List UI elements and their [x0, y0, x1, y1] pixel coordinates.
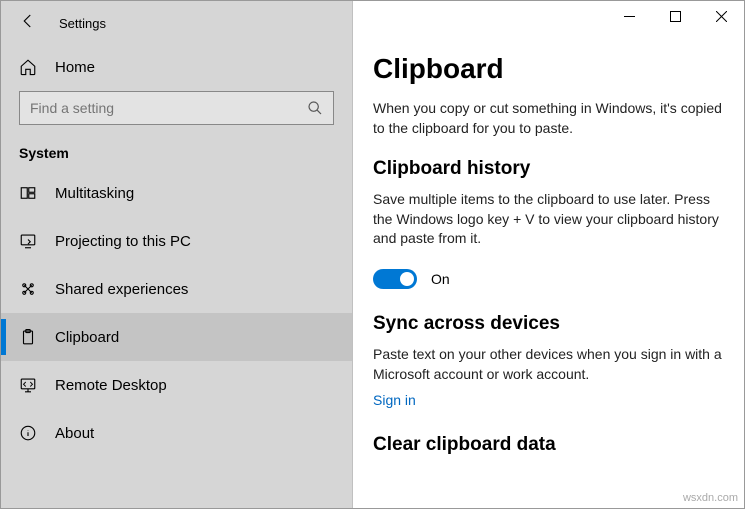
- nav-clipboard[interactable]: Clipboard: [1, 313, 352, 361]
- history-toggle[interactable]: [373, 269, 417, 289]
- clear-heading: Clear clipboard data: [373, 434, 732, 456]
- nav-remote-desktop[interactable]: Remote Desktop: [1, 361, 352, 409]
- nav-item-label: About: [55, 425, 94, 442]
- history-desc: Save multiple items to the clipboard to …: [373, 190, 732, 249]
- sync-heading: Sync across devices: [373, 313, 732, 335]
- nav-item-label: Remote Desktop: [55, 377, 167, 394]
- nav-multitasking[interactable]: Multitasking: [1, 169, 352, 217]
- projecting-icon: [19, 232, 37, 250]
- sidebar-header: Settings: [1, 1, 352, 45]
- nav-projecting[interactable]: Projecting to this PC: [1, 217, 352, 265]
- app-title: Settings: [59, 16, 106, 31]
- history-toggle-row: On: [373, 269, 732, 289]
- nav-item-label: Shared experiences: [55, 281, 188, 298]
- nav-shared-experiences[interactable]: Shared experiences: [1, 265, 352, 313]
- signin-link[interactable]: Sign in: [373, 392, 416, 408]
- page-intro: When you copy or cut something in Window…: [373, 99, 732, 138]
- section-label-system: System: [1, 135, 352, 169]
- window-caption-buttons: [606, 1, 744, 31]
- nav-item-label: Projecting to this PC: [55, 233, 191, 250]
- close-button[interactable]: [698, 1, 744, 31]
- history-heading: Clipboard history: [373, 158, 732, 180]
- sidebar: Settings Home System Multitasking Projec…: [1, 1, 353, 508]
- multitasking-icon: [19, 184, 37, 202]
- history-toggle-state: On: [431, 271, 450, 287]
- nav-home-label: Home: [55, 59, 95, 76]
- content-pane: Clipboard When you copy or cut something…: [353, 1, 744, 508]
- search-icon: [307, 100, 323, 116]
- minimize-button[interactable]: [606, 1, 652, 31]
- watermark: wsxdn.com: [683, 492, 738, 504]
- maximize-button[interactable]: [652, 1, 698, 31]
- remote-desktop-icon: [19, 376, 37, 394]
- back-arrow-icon: [19, 12, 37, 30]
- home-icon: [19, 58, 37, 76]
- sync-desc: Paste text on your other devices when yo…: [373, 345, 732, 384]
- minimize-icon: [624, 11, 635, 22]
- nav-item-label: Clipboard: [55, 329, 119, 346]
- back-button[interactable]: [19, 12, 37, 35]
- clipboard-icon: [19, 328, 37, 346]
- about-icon: [19, 424, 37, 442]
- maximize-icon: [670, 11, 681, 22]
- page-title: Clipboard: [373, 53, 732, 85]
- nav-item-label: Multitasking: [55, 185, 134, 202]
- search-box[interactable]: [19, 91, 334, 125]
- shared-icon: [19, 280, 37, 298]
- nav-home[interactable]: Home: [1, 45, 352, 89]
- search-input[interactable]: [30, 100, 270, 116]
- close-icon: [716, 11, 727, 22]
- nav-about[interactable]: About: [1, 409, 352, 457]
